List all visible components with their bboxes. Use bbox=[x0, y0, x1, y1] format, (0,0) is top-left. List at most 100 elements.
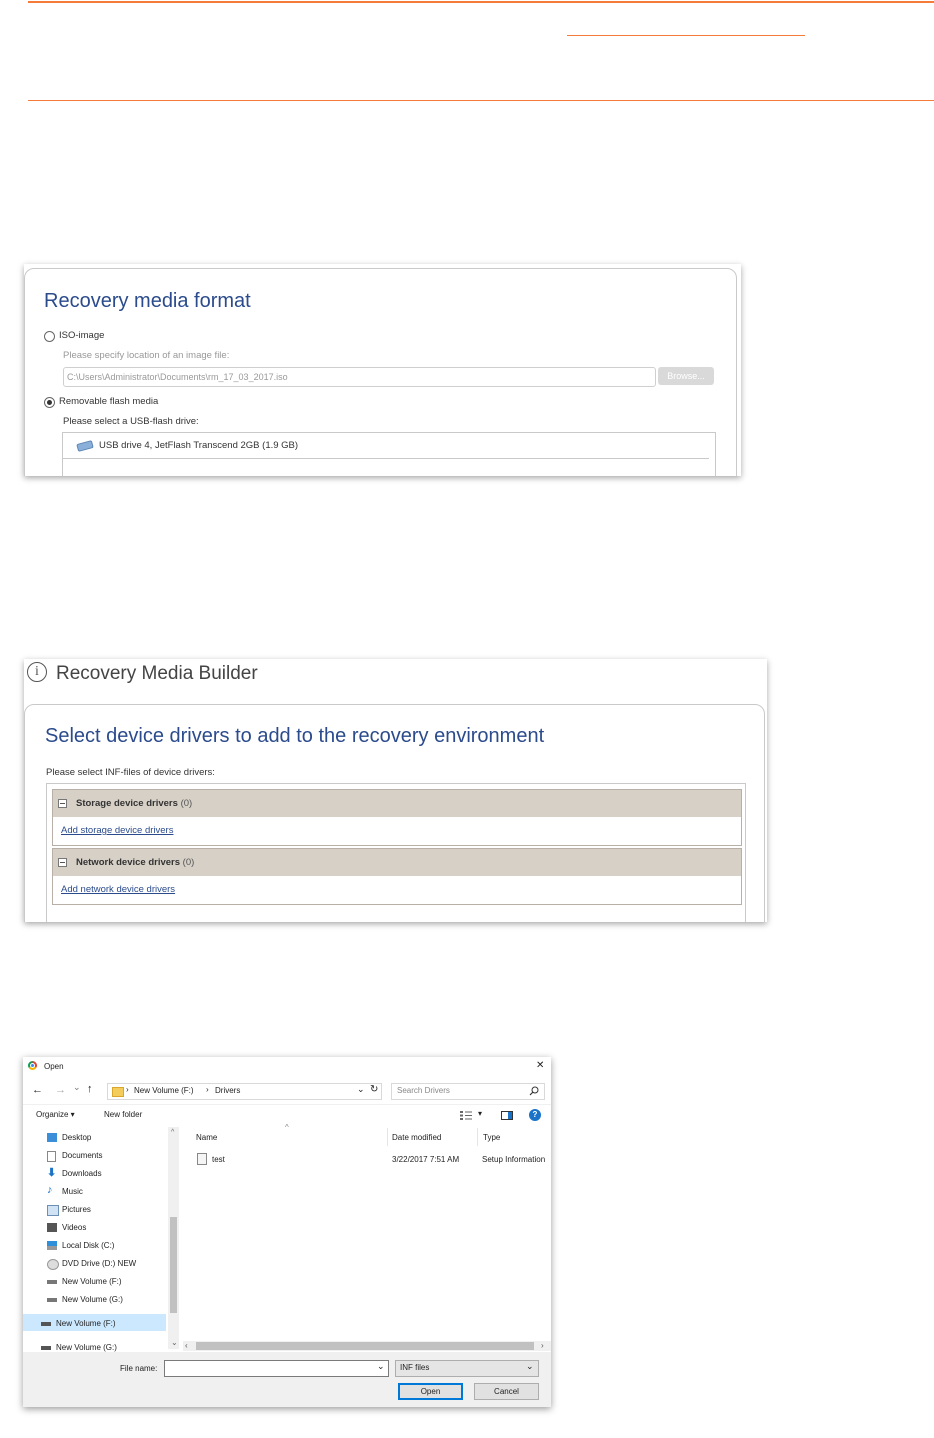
nav-label: Documents bbox=[62, 1151, 103, 1160]
inf-file-icon bbox=[197, 1153, 207, 1165]
nav-scrollbar-thumb[interactable] bbox=[170, 1217, 177, 1313]
group-header[interactable]: Network device drivers (0) bbox=[53, 849, 741, 876]
app-title: Recovery Media Builder bbox=[56, 663, 258, 684]
add-storage-drivers-link[interactable]: Add storage device drivers bbox=[61, 825, 173, 836]
cancel-button[interactable]: Cancel bbox=[474, 1383, 539, 1400]
flash-hint: Please select a USB-flash drive: bbox=[63, 416, 199, 427]
back-arrow-icon[interactable]: ← bbox=[32, 1084, 43, 1096]
forward-arrow-icon[interactable]: → bbox=[55, 1084, 66, 1096]
window-title: Open bbox=[44, 1062, 64, 1071]
column-type[interactable]: Type bbox=[483, 1133, 500, 1142]
nav-label: Music bbox=[62, 1187, 83, 1196]
column-name[interactable]: Name bbox=[196, 1133, 217, 1142]
add-network-drivers-link[interactable]: Add network device drivers bbox=[61, 884, 175, 895]
music-note-icon: ♪ bbox=[47, 1184, 53, 1196]
usb-drive-label: USB drive 4, JetFlash Transcend 2GB (1.9… bbox=[99, 440, 299, 451]
search-placeholder: Search Drivers bbox=[397, 1086, 450, 1095]
flash-media-radio[interactable] bbox=[44, 397, 55, 408]
breadcrumb-volume[interactable]: New Volume (F:) bbox=[134, 1086, 194, 1095]
browse-button[interactable]: Browse... bbox=[658, 367, 714, 385]
view-dropdown-icon[interactable]: ▾ bbox=[478, 1109, 482, 1118]
usb-drive-icon bbox=[76, 440, 94, 452]
collapse-icon[interactable] bbox=[58, 858, 67, 867]
desktop-icon bbox=[47, 1133, 57, 1142]
pictures-icon bbox=[47, 1205, 59, 1216]
group-title: Storage device drivers (0) bbox=[76, 798, 192, 809]
driver-groups-container: Storage device drivers (0) Add storage d… bbox=[46, 783, 746, 922]
new-folder-button[interactable]: New folder bbox=[104, 1110, 142, 1119]
panel-title: Select device drivers to add to the reco… bbox=[45, 725, 545, 747]
network-drivers-group: Network device drivers (0) Add network d… bbox=[52, 848, 742, 905]
group-header[interactable]: Storage device drivers (0) bbox=[53, 790, 741, 817]
search-input[interactable]: Search Drivers bbox=[391, 1083, 545, 1100]
folder-icon bbox=[112, 1087, 124, 1097]
nav-label: Local Disk (C:) bbox=[62, 1241, 115, 1250]
group-count: (0) bbox=[180, 798, 193, 809]
nav-label: New Volume (F:) bbox=[62, 1277, 122, 1286]
iso-path-input[interactable]: C:\Users\Administrator\Documents\rm_17_0… bbox=[63, 367, 656, 387]
chrome-icon bbox=[28, 1061, 37, 1070]
nav-label: Videos bbox=[62, 1223, 87, 1232]
preview-pane-icon[interactable] bbox=[501, 1111, 513, 1120]
nav-label: DVD Drive (D:) NEW bbox=[62, 1259, 137, 1268]
file-list-scrollbar-thumb[interactable] bbox=[196, 1342, 534, 1350]
group-title: Network device drivers (0) bbox=[76, 857, 194, 868]
collapse-icon[interactable] bbox=[58, 799, 67, 808]
nav-label: New Volume (G:) bbox=[56, 1343, 117, 1352]
organize-button[interactable]: Organize ▾ bbox=[36, 1110, 75, 1119]
file-date: 3/22/2017 7:51 AM bbox=[392, 1155, 460, 1164]
top-rule bbox=[28, 1, 934, 3]
scroll-up-icon[interactable]: ^ bbox=[171, 1129, 174, 1136]
instruction-text: Please select INF-files of device driver… bbox=[46, 767, 215, 778]
scroll-left-icon[interactable]: ‹ bbox=[185, 1341, 188, 1350]
section-rule bbox=[28, 100, 934, 101]
iso-image-radio[interactable] bbox=[44, 331, 55, 342]
iso-image-label[interactable]: ISO-image bbox=[59, 330, 104, 341]
group-count: (0) bbox=[182, 857, 195, 868]
file-name-dropdown-icon[interactable]: ⌄ bbox=[377, 1361, 385, 1372]
recovery-media-format-panel: Recovery media format ISO-image Please s… bbox=[24, 264, 741, 476]
help-icon[interactable]: ? bbox=[529, 1109, 541, 1121]
refresh-icon[interactable]: ↻ bbox=[370, 1084, 378, 1095]
table-row[interactable]: test 3/22/2017 7:51 AM Setup Information bbox=[183, 1151, 551, 1167]
breadcrumb-sep-icon: › bbox=[126, 1085, 129, 1094]
download-arrow-icon: ⬇ bbox=[47, 1167, 57, 1179]
open-button[interactable]: Open bbox=[398, 1383, 463, 1400]
flash-media-label[interactable]: Removable flash media bbox=[59, 396, 158, 407]
address-bar[interactable]: › New Volume (F:) › Drivers ⌄ ↻ bbox=[107, 1083, 382, 1100]
close-icon[interactable]: ✕ bbox=[536, 1060, 544, 1071]
file-type-value: INF files bbox=[400, 1363, 430, 1372]
file-type: Setup Information bbox=[482, 1155, 546, 1164]
nav-label: Desktop bbox=[62, 1133, 92, 1142]
view-options-icon[interactable] bbox=[460, 1111, 472, 1120]
recent-chevron-icon[interactable]: ⌄ bbox=[73, 1082, 81, 1093]
info-icon: i bbox=[27, 662, 47, 682]
breadcrumb-drivers[interactable]: Drivers bbox=[215, 1086, 240, 1095]
removable-drive-icon bbox=[47, 1298, 57, 1302]
scroll-right-icon[interactable]: › bbox=[541, 1341, 544, 1350]
short-rule bbox=[567, 35, 805, 36]
group-name: Network device drivers bbox=[76, 857, 181, 868]
file-type-select[interactable]: INF files ⌄ bbox=[395, 1360, 539, 1377]
list-item[interactable]: USB drive 4, JetFlash Transcend 2GB (1.9… bbox=[63, 433, 709, 459]
recovery-media-builder-panel: i Recovery Media Builder Select device d… bbox=[24, 659, 767, 922]
file-name: test bbox=[212, 1155, 225, 1164]
nav-label: Downloads bbox=[62, 1169, 102, 1178]
scroll-down-icon[interactable]: ⌄ bbox=[171, 1338, 178, 1347]
column-date-modified[interactable]: Date modified bbox=[392, 1133, 441, 1142]
file-name-label: File name: bbox=[120, 1364, 158, 1373]
windows-drive-icon bbox=[47, 1241, 57, 1250]
removable-drive-icon bbox=[41, 1346, 51, 1350]
usb-drive-list: USB drive 4, JetFlash Transcend 2GB (1.9… bbox=[62, 432, 716, 476]
sort-caret-icon: ^ bbox=[285, 1123, 289, 1132]
up-arrow-icon[interactable]: ↑ bbox=[87, 1083, 93, 1095]
search-icon bbox=[529, 1086, 539, 1096]
toolbar-divider bbox=[23, 1104, 551, 1105]
breadcrumb-sep-icon: › bbox=[206, 1085, 209, 1094]
file-name-input[interactable]: ⌄ bbox=[164, 1360, 389, 1377]
column-divider bbox=[387, 1128, 388, 1146]
file-type-dropdown-icon[interactable]: ⌄ bbox=[526, 1361, 534, 1372]
address-dropdown-icon[interactable]: ⌄ bbox=[357, 1084, 365, 1095]
column-divider bbox=[477, 1128, 478, 1146]
open-file-dialog: Open ✕ ← → ⌄ ↑ › New Volume (F:) › Drive… bbox=[23, 1057, 551, 1407]
